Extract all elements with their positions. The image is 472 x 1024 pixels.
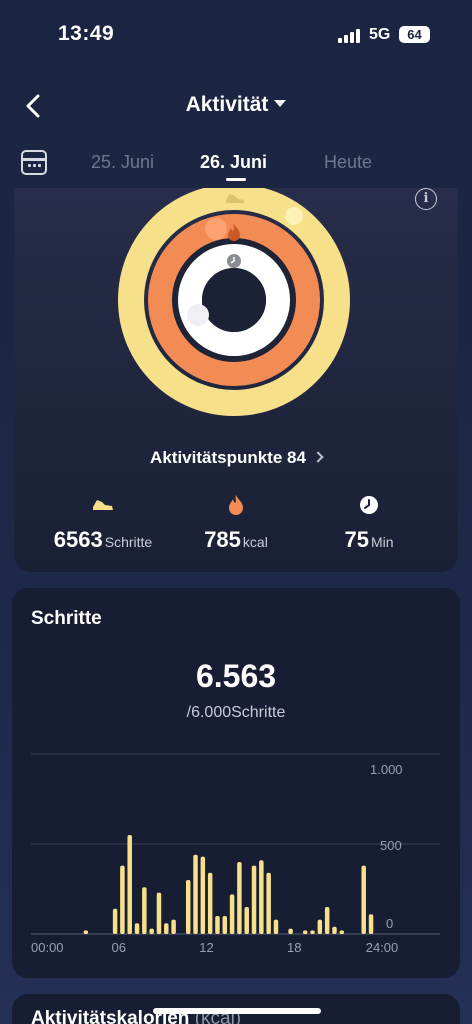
steps-unit: Schritte <box>104 534 153 550</box>
steps-bar-chart[interactable]: 1.000 500 0 00:00 06 12 18 24:00 <box>12 738 460 968</box>
x-tick-label: 00:00 <box>31 940 64 955</box>
date-tab-today[interactable]: Heute <box>324 152 372 173</box>
minutes-unit: Min <box>370 534 394 550</box>
clock-icon <box>360 496 378 514</box>
clock-icon <box>227 254 241 268</box>
date-selector: 25. Juni 26. Juni Heute <box>0 144 472 184</box>
flame-icon <box>229 495 243 515</box>
y-tick-label: 1.000 <box>370 762 403 777</box>
calories-ring-end <box>205 218 227 240</box>
top-nav: Aktivität <box>0 84 472 128</box>
minutes-metric: 75 Min <box>324 494 414 553</box>
steps-card[interactable]: Schritte 6.563 /6.000Schritte 1.000 500 0 0… <box>12 588 460 978</box>
bar[interactable] <box>244 907 249 934</box>
activity-points-label: Aktivitätspunkte 84 <box>150 448 306 467</box>
x-tick-label: 18 <box>287 940 301 955</box>
steps-metric: 6563 Schritte <box>48 494 158 553</box>
x-tick-label: 24:00 <box>366 940 399 955</box>
activity-points-link[interactable]: Aktivitätspunkte 84 <box>14 448 458 468</box>
steps-goal: /6.000Schritte <box>186 704 286 721</box>
bar[interactable] <box>310 930 315 934</box>
caret-down-icon <box>274 99 287 107</box>
minutes-value: 75 <box>344 527 369 552</box>
bar[interactable] <box>317 919 323 934</box>
battery-icon: 64 <box>399 26 430 43</box>
activity-rings[interactable] <box>114 188 354 420</box>
steps-ring-end <box>285 207 303 225</box>
bar[interactable] <box>185 880 191 934</box>
bar[interactable] <box>83 930 89 934</box>
bar[interactable] <box>171 919 176 934</box>
bar[interactable] <box>134 923 140 934</box>
info-icon[interactable]: i <box>415 188 437 210</box>
status-time: 13:49 <box>58 22 115 45</box>
home-indicator[interactable] <box>153 1008 321 1014</box>
bar[interactable] <box>149 928 154 934</box>
calories-unit: kcal <box>242 534 268 550</box>
bar[interactable] <box>302 930 308 934</box>
bar[interactable] <box>368 914 374 934</box>
network-type: 5G <box>369 26 391 43</box>
bar[interactable] <box>361 865 366 934</box>
y-tick-label: 0 <box>386 916 393 931</box>
bar[interactable] <box>229 894 235 934</box>
steps-total: 6.563 <box>195 658 277 694</box>
bar[interactable] <box>215 916 220 934</box>
y-tick-label: 500 <box>380 838 402 853</box>
page-title: Aktivität <box>185 93 269 116</box>
bar[interactable] <box>200 856 206 934</box>
bar[interactable] <box>164 923 169 934</box>
x-tick-label: 06 <box>112 940 126 955</box>
bar[interactable] <box>120 865 125 934</box>
status-bar: 13:49 5G 64 <box>0 0 472 70</box>
activity-card: i Aktivitätspunkte 84 6563 Schritte 785 … <box>14 188 458 572</box>
bar[interactable] <box>237 862 242 934</box>
bar[interactable] <box>339 930 345 934</box>
steps-value: 6563 <box>53 527 103 552</box>
bar[interactable] <box>332 926 337 934</box>
x-tick-label: 12 <box>199 940 213 955</box>
bar[interactable] <box>251 865 257 934</box>
signal-icon <box>338 29 362 43</box>
calendar-icon[interactable] <box>21 150 47 175</box>
page-title-dropdown[interactable]: Aktivität <box>0 93 472 117</box>
minutes-ring-end <box>187 304 209 326</box>
bar[interactable] <box>266 872 271 934</box>
bar[interactable] <box>324 907 330 934</box>
shoe-icon <box>93 500 113 510</box>
calories-value: 785 <box>204 527 241 552</box>
calories-metric: 785 kcal <box>184 494 288 553</box>
bar[interactable] <box>112 908 118 934</box>
bar[interactable] <box>207 872 213 934</box>
chevron-right-icon <box>312 451 324 463</box>
date-tab-current[interactable]: 26. Juni <box>200 152 267 173</box>
bar[interactable] <box>288 928 293 934</box>
bar[interactable] <box>127 835 132 934</box>
steps-card-title: Schritte <box>31 608 102 629</box>
bar[interactable] <box>259 860 264 934</box>
tab-indicator <box>226 178 246 181</box>
bar[interactable] <box>222 916 228 934</box>
bar[interactable] <box>193 854 198 934</box>
bar[interactable] <box>156 892 162 934</box>
date-tab-prev[interactable]: 25. Juni <box>91 152 154 173</box>
bar[interactable] <box>273 919 279 934</box>
bar[interactable] <box>142 887 147 934</box>
